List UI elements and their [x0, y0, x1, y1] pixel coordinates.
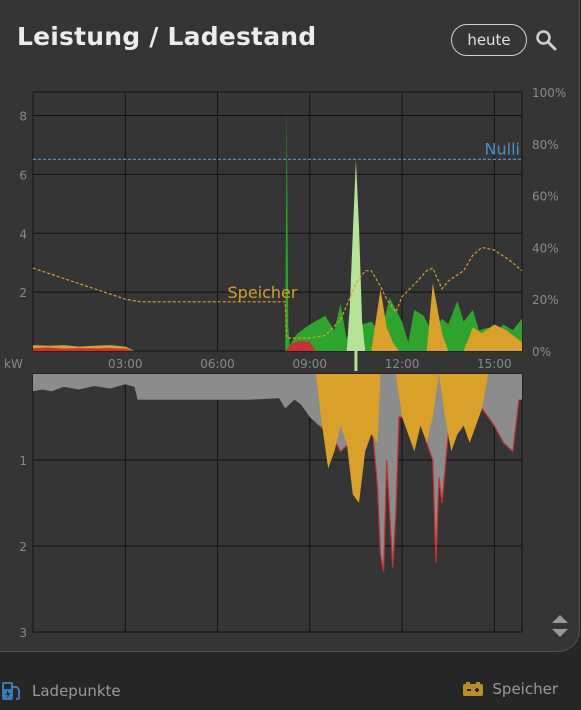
y-tick-right: 60%: [532, 190, 559, 204]
y-tick-left-bottom: 1: [19, 454, 27, 468]
footer-chargepoints-label: Ladepunkte: [32, 682, 121, 700]
series-pv-area: [33, 109, 522, 351]
y-tick-left-bottom: 2: [19, 540, 27, 554]
battery-icon: [463, 682, 484, 696]
power-card: Leistung / Ladestand heute Speicher Nulli…: [0, 0, 580, 652]
y-tick-right: 40%: [532, 241, 559, 255]
y-tick-right: 0%: [532, 345, 551, 359]
series-speicher-label: Speicher: [228, 283, 298, 302]
reference-label-nulli: Nulli: [485, 139, 520, 158]
y-tick-right: 100%: [532, 86, 566, 100]
y-tick-left: 4: [19, 227, 27, 241]
y-tick-left-bottom: 3: [19, 626, 27, 640]
footer-storage[interactable]: Speicher: [462, 680, 558, 698]
series-pv-peak-area: [346, 159, 366, 351]
scroll-arrows-icon[interactable]: [549, 612, 571, 640]
y-tick-left: 8: [19, 110, 27, 124]
footer-chargepoints[interactable]: Ladepunkte: [0, 680, 121, 702]
power-chart: Speicher Nulli 8 6 4 2 kW 100% 80% 60% 40% 20% 0% 03:…: [4, 86, 566, 640]
y-tick-left: 6: [19, 168, 27, 182]
x-tick: 03:00: [108, 357, 143, 371]
y-tick-right: 80%: [532, 138, 559, 152]
x-tick: 15:00: [477, 357, 512, 371]
x-tick: 09:00: [292, 357, 327, 371]
x-tick: 12:00: [385, 357, 420, 371]
footer-storage-label: Speicher: [492, 680, 558, 698]
y-tick-right: 20%: [532, 293, 559, 307]
series-grid-area: [33, 340, 316, 351]
y-tick-left: 2: [19, 286, 27, 300]
y-axis-unit-label: kW: [4, 357, 23, 371]
x-tick: 06:00: [200, 357, 235, 371]
charging-station-icon: [2, 682, 20, 700]
